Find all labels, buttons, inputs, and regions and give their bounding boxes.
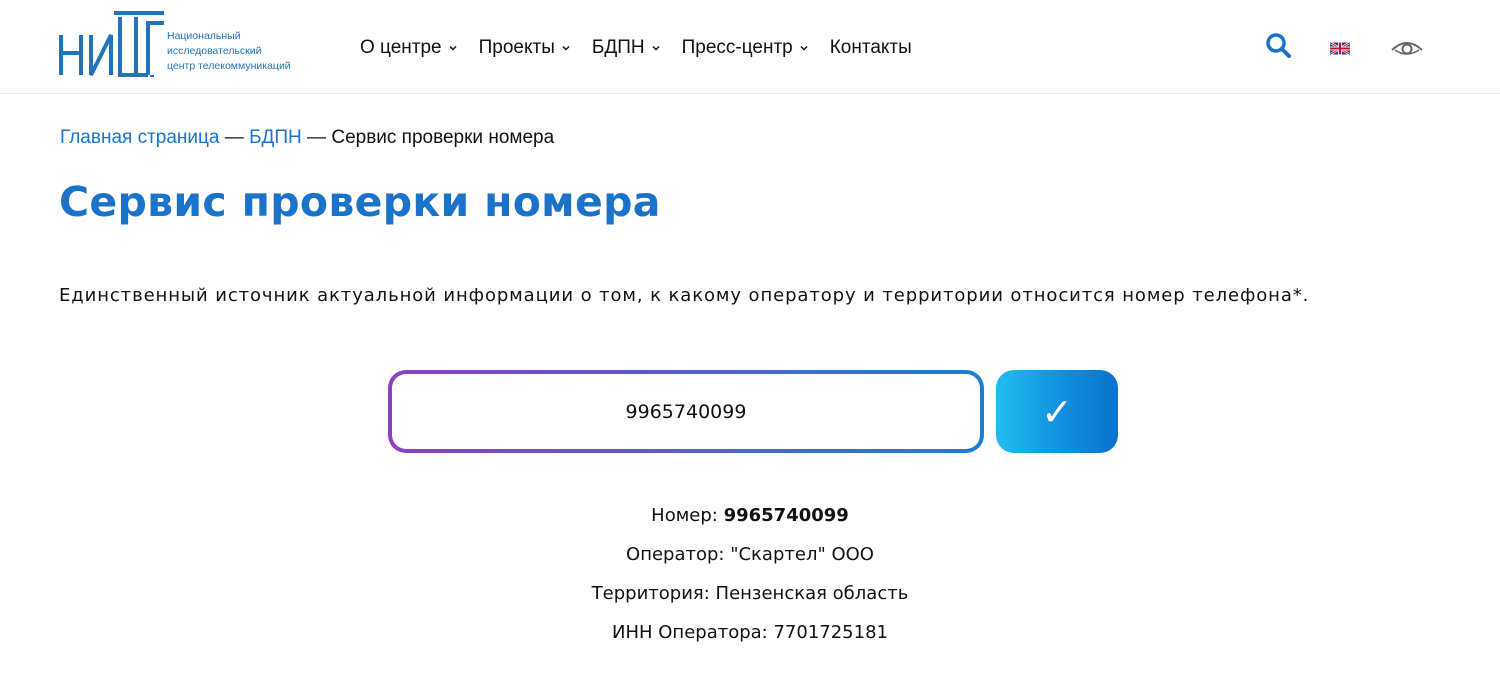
breadcrumb: Главная страница — БДПН — Сервис проверк… (60, 127, 554, 149)
result-number-value: 9965740099 (723, 505, 849, 526)
breadcrumb-current: Сервис проверки номера (331, 127, 555, 148)
chevron-down-icon (652, 45, 660, 51)
result-operator: Оператор: "Скартел" ООО (626, 544, 874, 565)
nav-item-press[interactable]: Пресс-центр (682, 37, 809, 59)
result-inn: ИНН Оператора: 7701725181 (612, 622, 888, 643)
check-result: Номер: 9965740099 Оператор: "Скартел" ОО… (0, 496, 1500, 652)
chevron-down-icon (562, 45, 570, 51)
main-nav: О центре Проекты БДПН Пресс-центр Контак… (360, 37, 933, 59)
logo[interactable]: Национальный исследовательский центр тел… (58, 5, 308, 77)
site-header: Национальный исследовательский центр тел… (0, 0, 1500, 94)
result-territory: Территория: Пензенская область (591, 583, 909, 604)
check-icon: ✓ (1041, 389, 1073, 434)
check-submit-button[interactable]: ✓ (996, 370, 1118, 453)
logo-line-3: центр телекоммуникаций (167, 60, 291, 72)
nav-item-label: О центре (360, 37, 442, 58)
logo-line-1: Национальный (167, 30, 241, 42)
logo-line-2: исследовательский (167, 45, 262, 57)
phone-input-frame (388, 370, 984, 453)
result-number-label: Номер: (651, 505, 724, 526)
nav-item-label: Проекты (478, 37, 555, 58)
nav-item-bdpn[interactable]: БДПН (592, 37, 661, 59)
nav-item-label: Пресс-центр (681, 37, 793, 58)
logo-mark-icon (59, 11, 164, 77)
chevron-down-icon (800, 45, 808, 51)
breadcrumb-separator: — (219, 127, 250, 148)
result-number: Номер: 9965740099 (0, 496, 1500, 535)
logo-text: Национальный исследовательский центр тел… (167, 29, 291, 74)
uk-flag-icon[interactable] (1330, 42, 1350, 55)
nav-item-about[interactable]: О центре (360, 37, 458, 59)
nav-item-label: Контакты (829, 37, 912, 58)
eye-icon[interactable] (1390, 38, 1424, 58)
page-description: Единственный источник актуальной информа… (59, 285, 1310, 306)
breadcrumb-home-link[interactable]: Главная страница (60, 127, 220, 148)
nav-item-contacts[interactable]: Контакты (830, 37, 912, 59)
phone-number-input[interactable] (392, 374, 980, 449)
search-icon[interactable] (1265, 32, 1293, 60)
nav-item-projects[interactable]: Проекты (479, 37, 571, 59)
breadcrumb-bdpn-link[interactable]: БДПН (249, 127, 302, 148)
nav-item-label: БДПН (591, 37, 645, 58)
breadcrumb-separator: — (301, 127, 332, 148)
page-title: Сервис проверки номера (59, 178, 661, 226)
chevron-down-icon (449, 45, 457, 51)
